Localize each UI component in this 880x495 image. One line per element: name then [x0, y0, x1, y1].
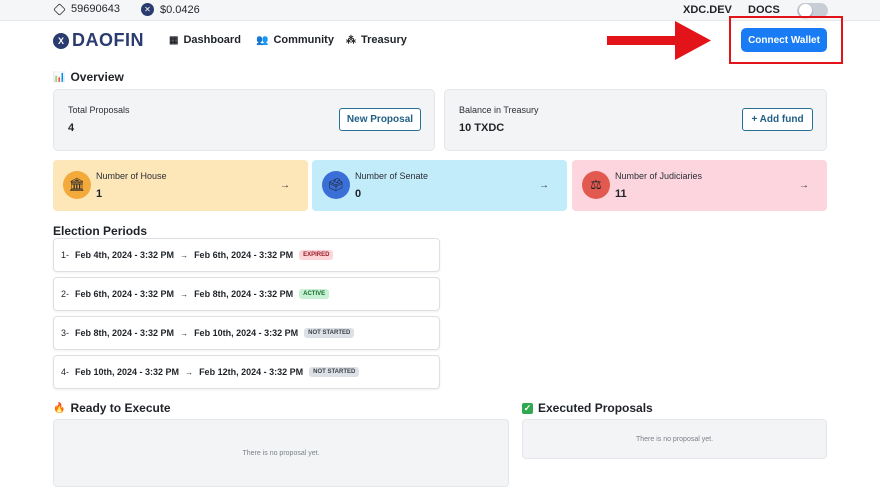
- status-badge: NOT STARTED: [304, 328, 355, 338]
- period-index: 3-: [61, 328, 70, 338]
- xdc-coin-icon: ✕: [141, 3, 154, 16]
- election-period-row[interactable]: 1- Feb 4th, 2024 - 3:32 PM → Feb 6th, 20…: [53, 238, 440, 272]
- house-stat-card[interactable]: 🏛 Number of House 1 →: [53, 160, 308, 211]
- daofin-logo[interactable]: X DAOFIN: [53, 30, 144, 51]
- judiciaries-icon: ⚖: [582, 171, 610, 199]
- status-badge: ACTIVE: [299, 289, 330, 299]
- logo-mark-icon: X: [53, 32, 69, 49]
- election-periods-title: Election Periods: [53, 224, 148, 238]
- arrow-right-icon: →: [180, 250, 189, 260]
- status-badge: NOT STARTED: [309, 367, 360, 377]
- overview-heading: 📊 Overview: [53, 70, 124, 84]
- nav-community[interactable]: 👥 Community: [256, 34, 334, 46]
- new-proposal-button[interactable]: New Proposal: [339, 108, 421, 131]
- block-number-indicator: 59690643: [53, 2, 120, 16]
- empty-message: There is no proposal yet.: [242, 449, 320, 457]
- arrow-right-icon: →: [185, 367, 194, 377]
- executed-proposals-title: Executed Proposals: [538, 401, 653, 415]
- judiciaries-label: Number of Judiciaries: [615, 171, 703, 181]
- house-icon: 🏛: [63, 171, 91, 199]
- judiciaries-value: 11: [615, 188, 627, 200]
- period-start: Feb 4th, 2024 - 3:32 PM: [75, 250, 175, 260]
- fire-icon: 🔥: [53, 402, 66, 414]
- election-period-row[interactable]: 3- Feb 8th, 2024 - 3:32 PM → Feb 10th, 2…: [53, 316, 440, 350]
- election-period-row[interactable]: 2- Feb 6th, 2024 - 3:32 PM → Feb 8th, 20…: [53, 277, 440, 311]
- nav-community-label: Community: [273, 34, 334, 46]
- nav-treasury-label: Treasury: [361, 34, 407, 46]
- red-arrow-annotation: [607, 21, 711, 60]
- nav-dashboard-label: Dashboard: [183, 34, 241, 46]
- total-proposals-label: Total Proposals: [68, 105, 130, 115]
- election-periods-heading: Election Periods: [53, 224, 147, 238]
- arrow-right-icon: →: [180, 289, 189, 299]
- logo-text: DAOFIN: [72, 30, 144, 50]
- treasury-value: 10 TXDC: [459, 122, 505, 134]
- treasury-balance-card: Balance in Treasury 10 TXDC + Add fund: [444, 89, 827, 151]
- nav-dashboard[interactable]: ▦ Dashboard: [169, 34, 241, 46]
- xdc-dev-link[interactable]: XDC.DEV: [683, 4, 732, 16]
- period-start: Feb 6th, 2024 - 3:32 PM: [75, 289, 175, 299]
- executed-proposals-heading: ✓ Executed Proposals: [522, 401, 653, 415]
- overview-title: Overview: [70, 70, 124, 84]
- period-index: 4-: [61, 367, 70, 377]
- cube-icon: [53, 2, 66, 16]
- arrow-right-icon: →: [180, 328, 189, 338]
- treasury-label: Balance in Treasury: [459, 105, 539, 115]
- block-number: 59690643: [71, 3, 120, 15]
- docs-link[interactable]: DOCS: [748, 4, 780, 16]
- election-period-row[interactable]: 4- Feb 10th, 2024 - 3:32 PM → Feb 12th, …: [53, 355, 440, 389]
- add-fund-button[interactable]: + Add fund: [742, 108, 813, 131]
- period-end: Feb 10th, 2024 - 3:32 PM: [194, 328, 299, 338]
- senate-value: 0: [355, 188, 362, 200]
- xdc-price-indicator: ✕ $0.0426: [141, 3, 200, 16]
- period-end: Feb 6th, 2024 - 3:32 PM: [194, 250, 294, 260]
- period-end: Feb 8th, 2024 - 3:32 PM: [194, 289, 294, 299]
- users-icon: 👥: [256, 34, 269, 46]
- check-mark-icon: ✓: [522, 402, 533, 414]
- house-label: Number of House: [96, 171, 167, 181]
- house-value: 1: [96, 188, 103, 200]
- ready-to-execute-title: Ready to Execute: [70, 401, 171, 415]
- judiciaries-stat-card[interactable]: ⚖ Number of Judiciaries 11 →: [572, 160, 827, 211]
- period-start: Feb 8th, 2024 - 3:32 PM: [75, 328, 175, 338]
- senate-stat-card[interactable]: 🗳 Number of Senate 0 →: [312, 160, 567, 211]
- status-badge: EXPIRED: [299, 250, 334, 260]
- empty-message: There is no proposal yet.: [635, 435, 714, 443]
- bar-chart-icon: 📊: [53, 71, 66, 83]
- dashboard-grid-icon: ▦: [169, 34, 179, 46]
- ready-empty-state: There is no proposal yet.: [53, 419, 509, 487]
- period-index: 1-: [61, 250, 70, 260]
- xdc-price: $0.0426: [160, 3, 200, 16]
- total-proposals-card: Total Proposals 4 New Proposal: [53, 89, 435, 151]
- treasury-icon: ⁂: [346, 34, 356, 46]
- executed-empty-state: There is no proposal yet.: [522, 419, 827, 459]
- senate-label: Number of Senate: [355, 171, 429, 181]
- senate-icon: 🗳: [322, 171, 350, 199]
- nav-treasury[interactable]: ⁂ Treasury: [346, 34, 407, 46]
- arrow-right-icon[interactable]: →: [280, 180, 290, 191]
- period-index: 2-: [61, 289, 70, 299]
- connect-wallet-button[interactable]: Connect Wallet: [741, 28, 827, 52]
- ready-to-execute-heading: 🔥 Ready to Execute: [53, 401, 171, 415]
- arrow-right-icon[interactable]: →: [539, 180, 549, 191]
- arrow-right-icon[interactable]: →: [799, 180, 809, 191]
- period-start: Feb 10th, 2024 - 3:32 PM: [75, 367, 180, 377]
- period-end: Feb 12th, 2024 - 3:32 PM: [199, 367, 304, 377]
- total-proposals-value: 4: [68, 122, 75, 134]
